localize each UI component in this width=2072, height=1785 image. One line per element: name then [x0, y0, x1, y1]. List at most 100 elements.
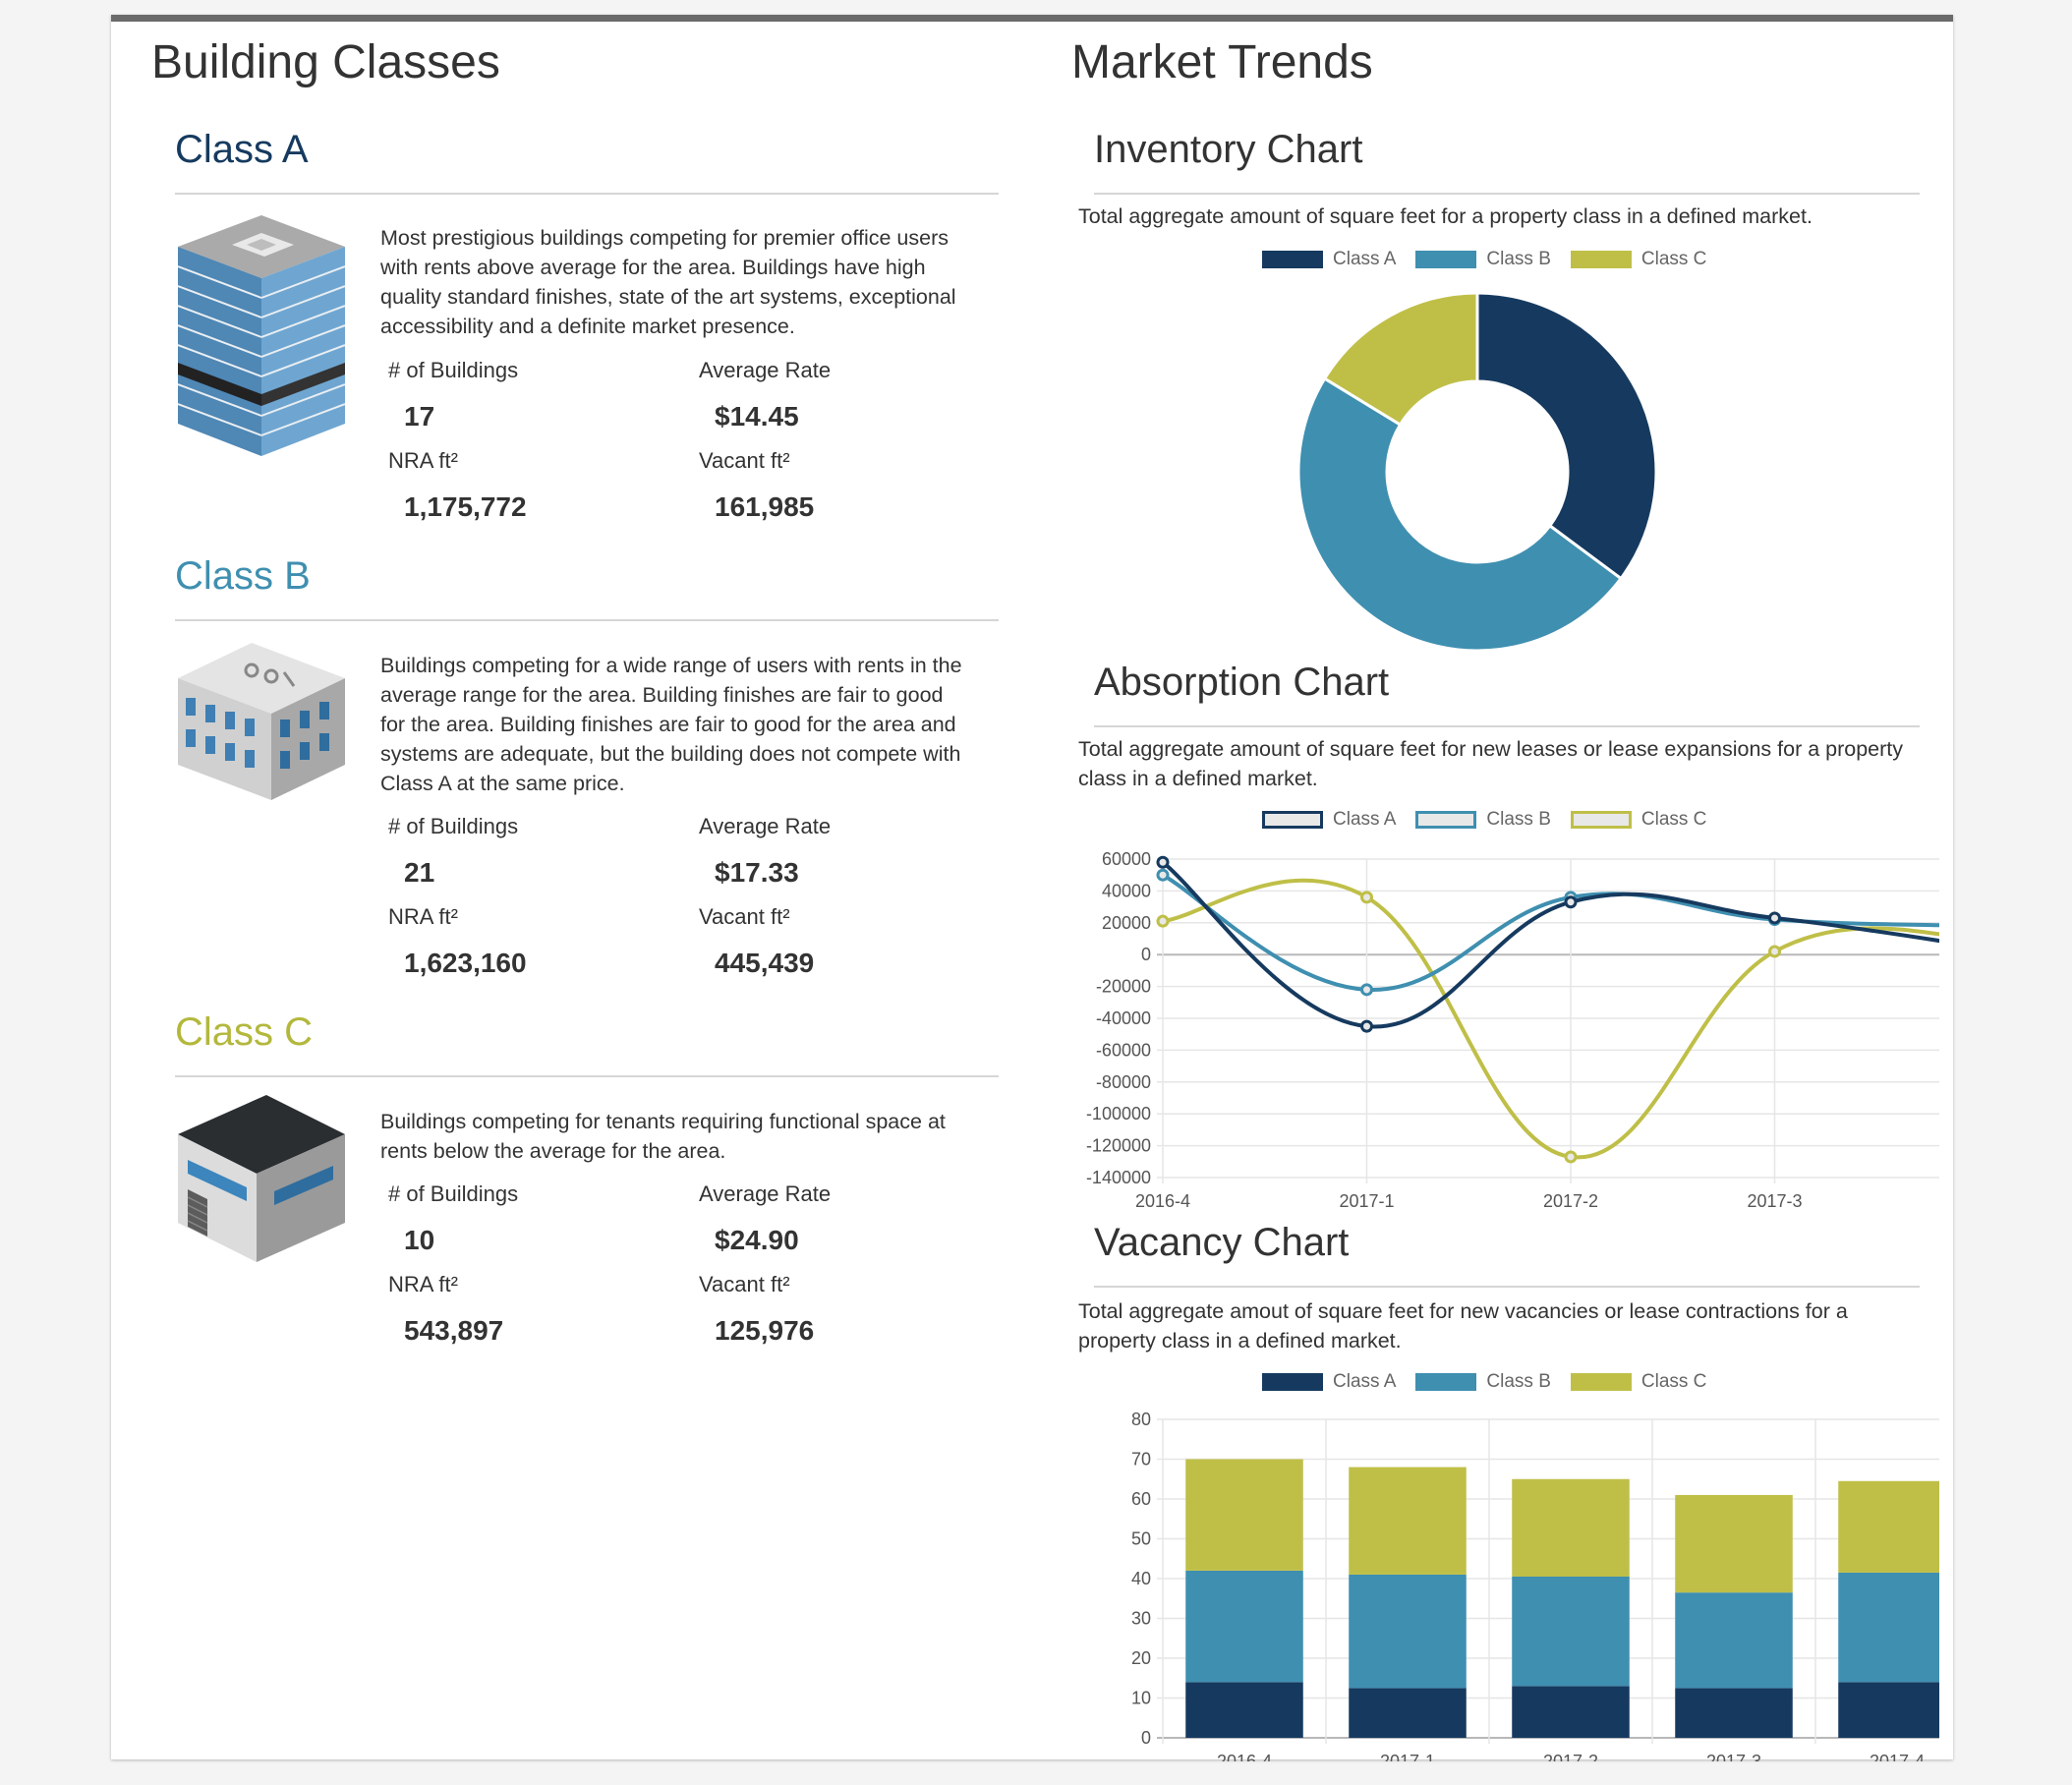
legend-swatch-class-b	[1415, 811, 1477, 829]
y-tick-label: 30	[1131, 1609, 1151, 1629]
data-point-class-c	[1768, 945, 1781, 958]
class-b-nra-value: 1,623,160	[404, 948, 527, 978]
absorption-chart-title: Absorption Chart	[1094, 661, 1390, 704]
legend-swatch-class-c	[1570, 251, 1632, 268]
class-a-rate-value: $14.45	[715, 401, 799, 432]
bar-class-a-2017-3	[1675, 1688, 1793, 1738]
data-point-class-a	[1564, 895, 1578, 909]
class-a-building-icon	[177, 215, 346, 456]
legend-item-class-c[interactable]: Class C	[1570, 809, 1706, 831]
class-b-divider	[175, 619, 999, 621]
x-tick-label: 2017-2	[1543, 1752, 1598, 1761]
bar-class-c-2017-1	[1349, 1467, 1467, 1575]
class-c-nra-value: 543,897	[404, 1315, 504, 1346]
bar-class-a-2016-4	[1185, 1682, 1303, 1738]
inventory-description: Total aggregate amount of square feet fo…	[1078, 204, 1813, 228]
class-a-buildings-label: # of Buildings	[388, 358, 519, 382]
vacancy-chart-title: Vacancy Chart	[1094, 1221, 1350, 1264]
class-a-nra-value: 1,175,772	[404, 491, 527, 522]
bar-class-b-2017-4	[1838, 1572, 1939, 1683]
class-a-divider	[175, 193, 999, 195]
data-point-class-c	[1156, 914, 1170, 928]
class-a-rate-label: Average Rate	[699, 358, 832, 382]
bar-class-a-2017-1	[1349, 1688, 1467, 1738]
legend-label: Class C	[1640, 249, 1707, 269]
class-b-title: Class B	[175, 554, 311, 598]
legend-item-class-b[interactable]: Class B	[1415, 809, 1551, 831]
bar-class-a-2017-4	[1838, 1682, 1939, 1738]
legend-item-class-c[interactable]: Class C	[1570, 1371, 1706, 1393]
building-classes-title: Building Classes	[151, 36, 500, 88]
y-tick-label: 80	[1131, 1410, 1151, 1429]
y-tick-label: 40	[1131, 1569, 1151, 1588]
class-c-rate-label: Average Rate	[699, 1181, 832, 1206]
class-b-description: Buildings competing for a wide range of …	[380, 654, 962, 795]
legend-item-class-b[interactable]: Class B	[1415, 249, 1551, 270]
x-tick-label: 2017-4	[1870, 1752, 1925, 1761]
legend-item-class-a[interactable]: Class A	[1262, 809, 1396, 831]
vacancy-divider	[1094, 1286, 1920, 1288]
legend-item-class-a[interactable]: Class A	[1262, 249, 1396, 270]
legend-item-class-a[interactable]: Class A	[1262, 1371, 1396, 1393]
y-tick-label: -20000	[1096, 977, 1151, 997]
legend-swatch-class-c	[1570, 1373, 1632, 1391]
class-c-description: Buildings competing for tenants requirin…	[380, 1110, 946, 1163]
class-b-rate-label: Average Rate	[699, 814, 832, 838]
y-tick-label: 0	[1141, 1728, 1151, 1748]
legend-label: Class B	[1486, 809, 1551, 830]
legend-swatch-class-a	[1262, 251, 1323, 268]
bar-class-c-2017-3	[1675, 1494, 1793, 1593]
class-b-vacant-label: Vacant ft²	[699, 904, 790, 929]
class-b-building-icon	[178, 643, 345, 800]
legend-label: Class B	[1486, 1371, 1551, 1392]
class-c-vacant-value: 125,976	[715, 1315, 815, 1346]
y-tick-label: 20	[1131, 1648, 1151, 1668]
class-c-buildings-label: # of Buildings	[388, 1181, 519, 1206]
legend-label: Class A	[1333, 809, 1397, 830]
class-c-vacant-label: Vacant ft²	[699, 1272, 790, 1296]
legend-label: Class B	[1486, 249, 1551, 269]
bar-class-c-2017-4	[1838, 1480, 1939, 1573]
data-point-class-c	[1564, 1150, 1578, 1164]
bar-class-c-2016-4	[1185, 1459, 1303, 1571]
legend-item-class-b[interactable]: Class B	[1415, 1371, 1551, 1393]
x-tick-label: 2017-1	[1380, 1752, 1435, 1761]
data-point-class-a	[1156, 855, 1170, 869]
inventory-chart-title: Inventory Chart	[1094, 128, 1363, 171]
class-a-vacant-label: Vacant ft²	[699, 448, 790, 473]
legend-swatch-class-c	[1570, 811, 1632, 829]
data-point-class-b	[1156, 868, 1170, 882]
class-a-vacant-value: 161,985	[715, 491, 815, 522]
bar-class-c-2017-2	[1512, 1478, 1630, 1577]
absorption-description: Total aggregate amount of square feet fo…	[1078, 737, 1904, 790]
bar-class-b-2017-2	[1512, 1576, 1630, 1687]
class-c-nra-label: NRA ft²	[388, 1272, 458, 1296]
class-b-buildings-value: 21	[404, 857, 435, 888]
y-tick-label: -100000	[1086, 1104, 1151, 1123]
inventory-divider	[1094, 193, 1920, 195]
vacancy-description: Total aggregate amout of square feet for…	[1078, 1299, 1848, 1353]
class-b-buildings-label: # of Buildings	[388, 814, 519, 838]
y-tick-label: 70	[1131, 1450, 1151, 1469]
legend-item-class-c[interactable]: Class C	[1570, 249, 1707, 270]
class-c-title: Class C	[175, 1010, 314, 1054]
inventory-donut-chart	[1296, 291, 1658, 653]
class-a-nra-label: NRA ft²	[388, 448, 458, 473]
x-tick-label: 2017-2	[1543, 1191, 1598, 1211]
data-point-class-c	[1360, 891, 1373, 904]
legend-swatch-class-a	[1262, 811, 1323, 829]
class-c-divider	[175, 1075, 999, 1077]
legend-swatch-class-b	[1415, 1373, 1477, 1391]
vacancy-legend: Class A Class B Class C	[1262, 1371, 1706, 1393]
data-point-class-a	[1768, 911, 1781, 925]
y-tick-label: 20000	[1102, 913, 1151, 933]
y-tick-label: 60000	[1102, 849, 1151, 869]
y-tick-label: -60000	[1096, 1040, 1151, 1060]
y-tick-label: 60	[1131, 1489, 1151, 1509]
class-a-buildings-value: 17	[404, 401, 435, 432]
vacancy-stacked-bar-chart: 80 70 60 50 40 30 20 10 0 2016-4 2017-1 2017-2 2017-…	[1131, 1410, 1939, 1761]
y-tick-label: -40000	[1096, 1008, 1151, 1028]
class-c-rate-value: $24.90	[715, 1225, 799, 1255]
bar-class-a-2017-2	[1512, 1686, 1630, 1738]
y-tick-label: 0	[1141, 945, 1151, 964]
